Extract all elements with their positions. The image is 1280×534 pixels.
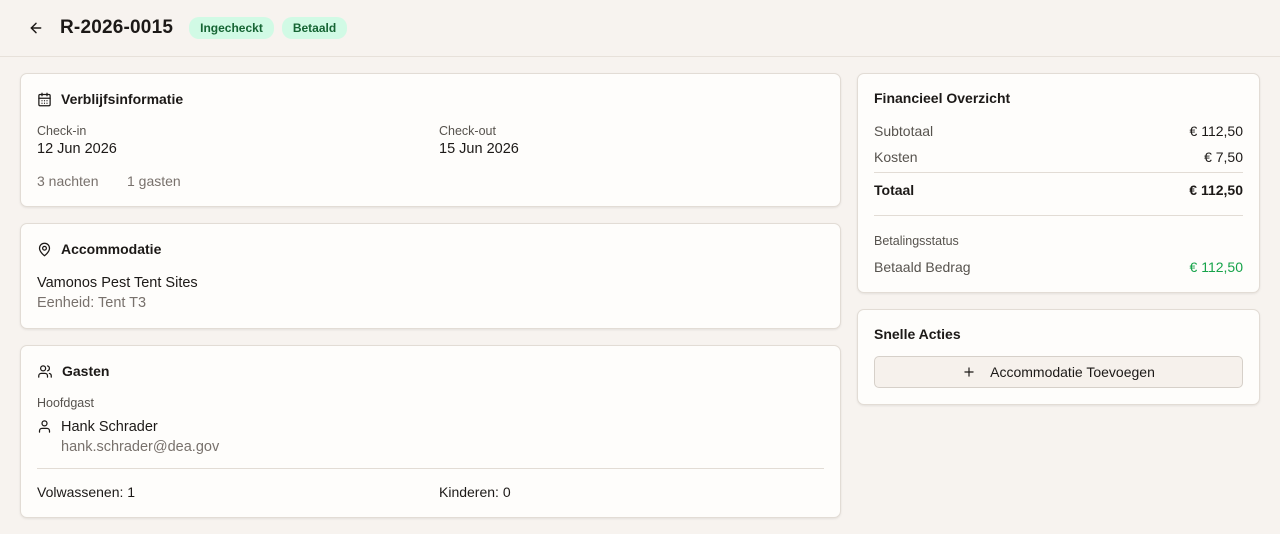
calendar-icon <box>38 92 51 106</box>
main-guest-label: Hoofdgast <box>37 396 94 410</box>
fees-row: Kosten € 7,50 <box>874 149 1243 165</box>
status-badge-paid: Betaald <box>281 17 348 39</box>
children-count: Kinderen: 0 <box>439 484 511 500</box>
stay-info-title-text: Verblijfsinformatie <box>61 91 184 107</box>
total-label: Totaal <box>874 182 915 198</box>
user-icon <box>38 420 51 433</box>
fees-label: Kosten <box>874 149 918 165</box>
paid-value: € 112,50 <box>1189 259 1243 275</box>
adults-count: Volwassenen: 1 <box>37 484 136 500</box>
paid-row: Betaald Bedrag € 112,50 <box>874 259 1243 275</box>
guests-title-text: Gasten <box>62 363 110 379</box>
add-accommodation-button[interactable]: Accommodatie Toevoegen <box>874 356 1243 388</box>
accommodation-title-text: Accommodatie <box>61 241 162 257</box>
quick-actions-card: Snelle Acties Accommodatie Toevoegen <box>857 309 1260 405</box>
add-accommodation-label: Accommodatie Toevoegen <box>990 364 1155 380</box>
guests-title: Gasten <box>37 363 109 379</box>
financial-overview-card: Financieel Overzicht Subtotaal € 112,50 … <box>857 73 1260 293</box>
users-icon <box>38 364 52 378</box>
map-pin-icon <box>38 242 51 256</box>
plus-icon <box>962 365 976 379</box>
financial-overview-title: Financieel Overzicht <box>874 90 1011 106</box>
main-guest-name: Hank Schrader <box>61 419 158 435</box>
checkin-label: Check-in <box>37 124 87 138</box>
total-row: Totaal € 112,50 <box>874 182 1243 198</box>
status-badge-checked-in: Ingecheckt <box>189 17 274 39</box>
back-button[interactable] <box>26 18 46 38</box>
user-icon-wrap <box>37 419 52 439</box>
accommodation-unit: Eenheid: Tent T3 <box>37 295 147 311</box>
checkin-value: 12 Jun 2026 <box>37 141 117 157</box>
nights-count: 3 nachten <box>37 173 99 189</box>
checkout-value: 15 Jun 2026 <box>439 141 519 157</box>
paid-label: Betaald Bedrag <box>874 259 971 275</box>
subtotal-value: € 112,50 <box>1189 123 1243 139</box>
page-header: R-2026-0015 Ingecheckt Betaald <box>0 0 1280 57</box>
divider <box>874 172 1243 173</box>
total-value: € 112,50 <box>1189 182 1243 198</box>
quick-actions-title: Snelle Acties <box>874 326 961 342</box>
accommodation-card: Accommodatie Vamonos Pest Tent Sites Een… <box>20 223 841 329</box>
payment-status-label: Betalingsstatus <box>874 234 959 248</box>
accommodation-name: Vamonos Pest Tent Sites <box>37 275 198 291</box>
arrow-left-icon <box>30 22 42 34</box>
subtotal-label: Subtotaal <box>874 123 934 139</box>
main-guest-email: hank.schrader@dea.gov <box>61 439 220 455</box>
divider <box>37 468 824 469</box>
guests-card: Gasten Hoofdgast Hank Schrader hank.schr… <box>20 345 841 518</box>
accommodation-title: Accommodatie <box>37 241 161 257</box>
checkout-label: Check-out <box>439 124 496 138</box>
divider <box>874 215 1243 216</box>
reservation-id: R-2026-0015 <box>60 17 174 38</box>
subtotal-row: Subtotaal € 112,50 <box>874 123 1243 139</box>
stay-info-card: Verblijfsinformatie Check-in 12 Jun 2026… <box>20 73 841 207</box>
fees-value: € 7,50 <box>1204 149 1243 165</box>
stay-info-title: Verblijfsinformatie <box>37 91 183 107</box>
guests-count: 1 gasten <box>127 173 181 189</box>
